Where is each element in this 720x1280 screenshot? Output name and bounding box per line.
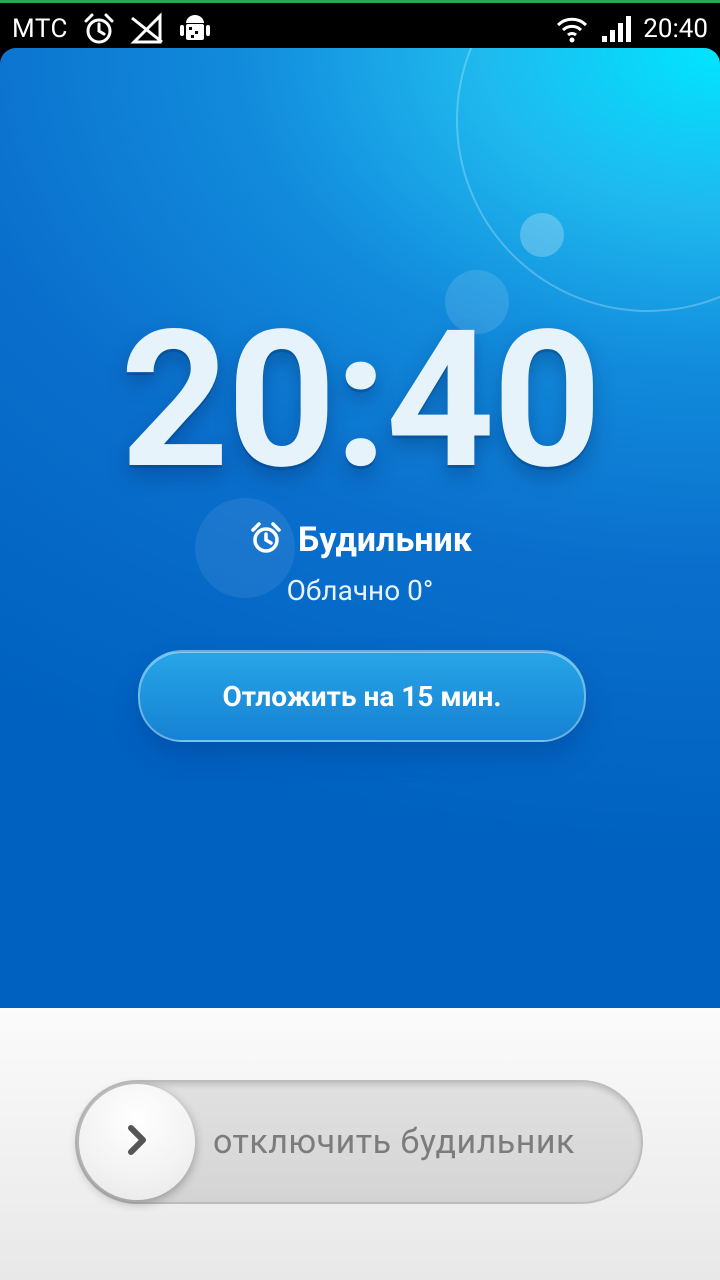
- weather-text: Облачно 0°: [286, 574, 434, 607]
- status-bar: МТС 20:40: [0, 0, 720, 48]
- lens-flare-dot: [520, 213, 564, 257]
- snooze-button[interactable]: Отложить на 15 мин.: [138, 650, 586, 742]
- no-sim-icon: [130, 12, 164, 46]
- dismiss-slider-label: отключить будильник: [213, 1122, 575, 1162]
- alarm-panel: 20:40 Будильник Облачно 0° Отложить на 1…: [0, 48, 720, 1008]
- signal-icon: [599, 12, 633, 46]
- lens-flare-ring: [456, 48, 720, 312]
- alarm-clock-time: 20:40: [120, 290, 602, 512]
- dismiss-slider-track[interactable]: отключить будильник: [75, 1080, 643, 1204]
- chevron-right-icon: [117, 1120, 157, 1164]
- dismiss-slider-handle[interactable]: [79, 1084, 195, 1200]
- wifi-icon: [555, 12, 589, 46]
- carrier-name: МТС: [12, 14, 68, 44]
- alarm-label-row: Будильник: [0, 516, 720, 564]
- android-debug-icon: [178, 12, 212, 46]
- dismiss-panel: отключить будильник: [0, 1008, 720, 1280]
- status-bar-left: МТС: [12, 9, 212, 49]
- alarm-label: Будильник: [298, 520, 472, 560]
- alarm-clock-icon: [248, 520, 284, 560]
- status-bar-right: 20:40: [555, 9, 708, 49]
- status-time: 20:40: [643, 14, 708, 44]
- alarm-icon: [82, 12, 116, 46]
